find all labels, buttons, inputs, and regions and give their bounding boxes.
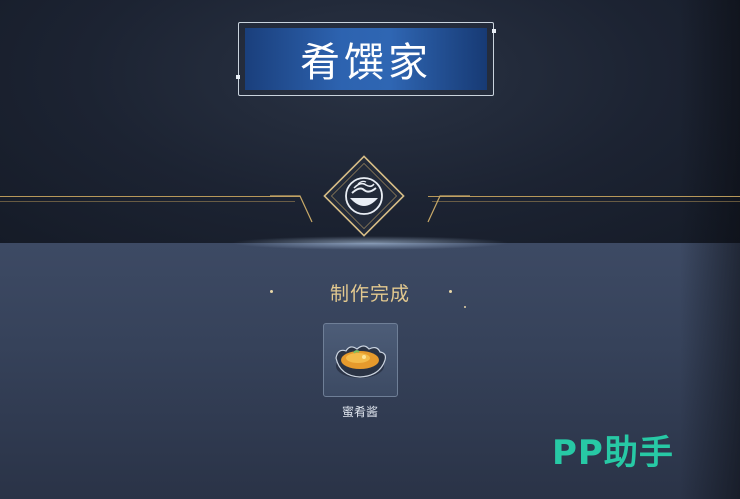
divider-right-top [428,196,740,197]
divider-left-top [0,196,300,197]
title-plate: 肴馔家 [245,28,487,90]
emblem-cooking-icon [323,155,405,237]
banner-corner-dot-left [236,75,240,79]
sauce-bowl-icon [335,345,387,378]
banner-corner-dot-right [492,29,496,33]
result-status: 制作完成 [329,283,410,305]
right-shadow [680,0,740,499]
sparkle-small [464,306,466,308]
title-banner: 肴馔家 [236,22,496,96]
reward-item-slot[interactable] [323,323,398,397]
watermark: PP助手 [552,433,674,473]
page-title: 肴馔家 [300,40,432,86]
sparkle-right [449,290,452,293]
reward-item-name: 蜜肴酱 [341,405,378,419]
divider-right-bottom [432,201,740,202]
divider-left-bottom [0,201,295,202]
sparkle-left [270,290,273,293]
